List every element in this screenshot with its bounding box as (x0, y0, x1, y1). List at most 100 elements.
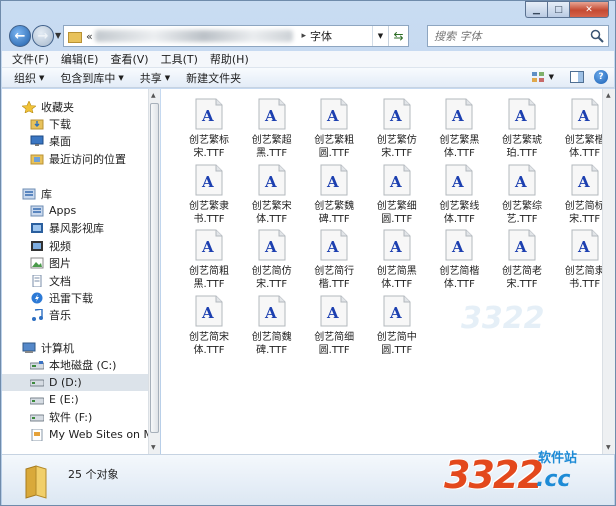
nav-item[interactable]: Apps (2, 202, 148, 219)
scroll-up-icon[interactable]: ▲ (151, 92, 156, 99)
nav-item[interactable]: My Web Sites on MSN (2, 426, 148, 443)
nav-item[interactable]: 图片 (2, 255, 148, 272)
back-button[interactable]: ← (9, 25, 31, 47)
nav-item[interactable]: 最近访问的位置 (2, 150, 148, 167)
nav-group-computer[interactable]: 计算机 (2, 339, 148, 356)
nav-item[interactable]: 软件 (F:) (2, 409, 148, 426)
nav-item[interactable]: E (E:) (2, 391, 148, 408)
file-name-line: 创艺繁粗 (314, 135, 355, 146)
menu-item[interactable]: 编辑(E) (61, 51, 99, 67)
file-item[interactable]: A 创艺繁隶 书.TTF (177, 164, 241, 228)
file-item[interactable]: A 创艺简魏 碑.TTF (240, 295, 304, 359)
file-name-line: 宋.TTF (381, 148, 413, 159)
help-icon[interactable]: ? (594, 70, 608, 84)
nav-item[interactable]: 迅雷下载 (2, 289, 148, 306)
font-file-icon: A (195, 98, 223, 130)
menu-item[interactable]: 工具(T) (161, 51, 198, 67)
item-count: 25 个对象 (68, 468, 119, 481)
address-dropdown-icon[interactable]: ▼ (372, 26, 388, 46)
address-current-folder[interactable]: 字体 (310, 28, 372, 44)
nav-item[interactable]: 桌面 (2, 133, 148, 150)
nav-item[interactable]: 暴风影视库 (2, 220, 148, 237)
view-dropdown-icon[interactable]: ▼ (549, 73, 554, 81)
nav-group-favorites[interactable]: 收藏夹 (2, 98, 148, 115)
file-item[interactable]: A 创艺简楷 体.TTF (427, 229, 491, 293)
nav-group-libraries[interactable]: 库 (2, 185, 148, 202)
refresh-icon[interactable]: ⇆ (388, 26, 408, 46)
file-name: 创艺繁标 宋.TTF (177, 134, 241, 160)
preview-pane-icon[interactable] (570, 71, 584, 83)
scroll-up-icon[interactable]: ▲ (606, 92, 611, 99)
nav-item[interactable]: 视频 (2, 237, 148, 254)
file-name: 创艺繁隶 书.TTF (177, 200, 241, 226)
file-item[interactable]: A 创艺繁仿 宋.TTF (365, 98, 429, 162)
file-item[interactable]: A 创艺简行 楷.TTF (302, 229, 366, 293)
video-library-icon (31, 223, 43, 234)
file-item[interactable]: A 创艺繁粗 圆.TTF (302, 98, 366, 162)
nav-item-label: 最近访问的位置 (49, 152, 126, 166)
command-button[interactable]: 包含到库中 ▼ (60, 70, 123, 86)
font-file-icon: A (195, 164, 223, 195)
svg-text:A: A (326, 238, 339, 256)
close-button[interactable]: ✕ (569, 1, 609, 18)
file-item[interactable]: A 创艺繁琥 珀.TTF (490, 98, 554, 162)
file-name-line: 艺.TTF (506, 213, 538, 225)
nav-item[interactable]: D (D:) (2, 373, 148, 391)
svg-text:A: A (201, 173, 214, 191)
change-view-icon[interactable] (531, 71, 545, 83)
file-item[interactable]: A 创艺繁线 体.TTF (427, 164, 491, 228)
nav-item-label: 视频 (49, 239, 71, 253)
search-icon[interactable] (590, 29, 604, 43)
file-item[interactable]: A 创艺繁黑 体.TTF (427, 98, 491, 162)
search-input[interactable] (434, 29, 574, 43)
menu-item[interactable]: 查看(V) (110, 51, 148, 67)
file-item[interactable]: A 创艺繁魏 碑.TTF (302, 164, 366, 228)
file-item[interactable]: A 创艺简宋 体.TTF (177, 295, 241, 359)
recent-pages-dropdown[interactable]: ▼ (55, 31, 61, 40)
nav-item[interactable]: 文档 (2, 272, 148, 289)
file-item[interactable]: A 创艺简中 圆.TTF (365, 295, 429, 359)
command-button[interactable]: 共享 ▼ (140, 70, 170, 86)
file-name: 创艺繁细 圆.TTF (365, 200, 429, 226)
search-box[interactable] (427, 25, 609, 47)
file-item[interactable]: A 创艺繁细 圆.TTF (365, 164, 429, 228)
file-item[interactable]: A 创艺繁综 艺.TTF (490, 164, 554, 228)
file-name-line: 创艺简老 (502, 266, 542, 277)
command-label: 共享 (139, 71, 162, 85)
file-name-line: 创艺繁仿 (376, 135, 417, 146)
forward-button[interactable]: → (32, 25, 54, 47)
address-bar[interactable]: « ▸ 字体 ▼ ⇆ (63, 25, 409, 47)
file-list-scrollbar[interactable]: ▲ ▼ (602, 89, 615, 454)
file-item[interactable]: A 创艺繁超 黑.TTF (240, 98, 304, 162)
command-button[interactable]: 组织 ▼ (14, 70, 44, 86)
scroll-thumb[interactable] (150, 103, 159, 433)
file-item[interactable]: A 创艺简细 圆.TTF (302, 295, 366, 359)
chevron-double-left-icon[interactable]: « (86, 30, 93, 43)
nav-item-label: E (E:) (49, 393, 79, 407)
nav-item[interactable]: 本地磁盘 (C:) (2, 356, 148, 373)
menu-bar: 文件(F) 编辑(E) 查看(V) 工具(T) 帮助(H) (2, 51, 614, 68)
command-button[interactable]: 新建文件夹 (186, 70, 241, 86)
file-name-line: 创艺繁琥 (502, 135, 542, 146)
svg-text:A: A (264, 304, 277, 322)
font-file-icon: A (445, 164, 473, 195)
file-name-line: 珀.TTF (506, 148, 538, 159)
file-item[interactable]: A 创艺简老 宋.TTF (490, 229, 554, 293)
file-item[interactable]: A 创艺简仿 宋.TTF (240, 229, 304, 293)
navigation-scrollbar[interactable]: ▲ ▼ (148, 89, 160, 454)
nav-item-label: 文档 (49, 274, 71, 288)
file-item[interactable]: A 创艺繁标 宋.TTF (177, 98, 241, 162)
menu-item[interactable]: 文件(F) (12, 51, 49, 67)
file-item[interactable]: A 创艺简粗 黑.TTF (177, 229, 241, 293)
file-name: 创艺繁超 黑.TTF (240, 134, 304, 160)
nav-item[interactable]: 音乐 (2, 307, 148, 324)
minimize-button[interactable]: ▁ (525, 1, 547, 18)
file-item[interactable]: A 创艺繁宋 体.TTF (240, 164, 304, 228)
file-item[interactable]: A 创艺简黑 体.TTF (365, 229, 429, 293)
scroll-down-icon[interactable]: ▼ (151, 444, 156, 451)
maximize-button[interactable]: □ (547, 1, 569, 18)
chevron-right-icon[interactable]: ▸ (301, 31, 306, 41)
file-name: 创艺繁线 体.TTF (427, 200, 491, 226)
menu-item[interactable]: 帮助(H) (210, 51, 249, 67)
nav-item[interactable]: 下载 (2, 115, 148, 132)
